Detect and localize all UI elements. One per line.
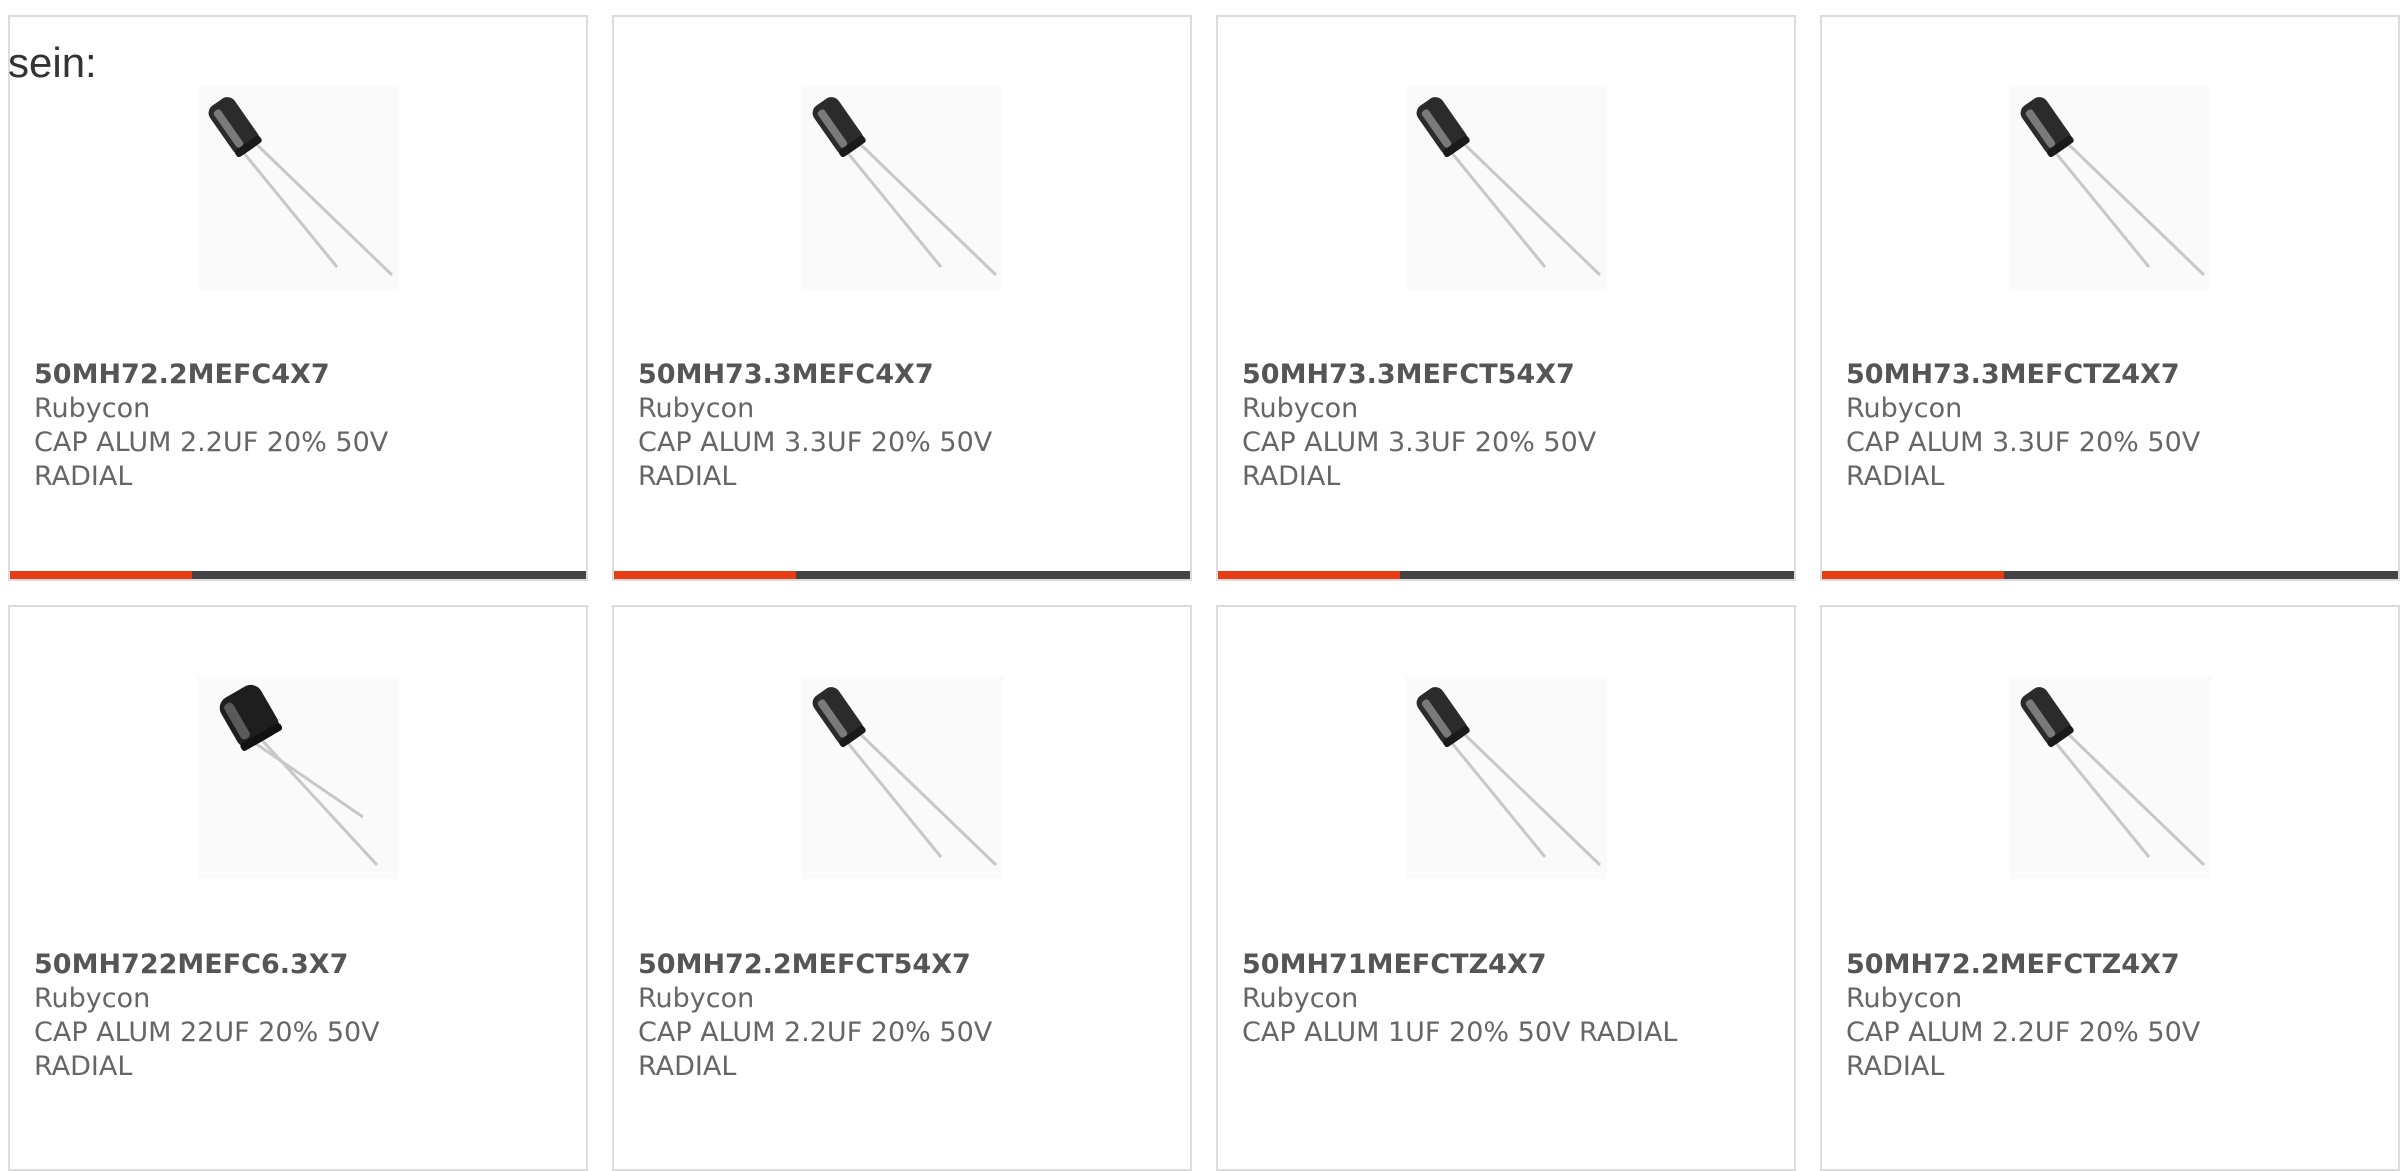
product-info: 50MH73.3MEFCTZ4X7 Rubycon CAP ALUM 3.3UF… [1846,358,2374,494]
manufacturer: Rubycon [1242,393,1359,424]
capacitor-image[interactable] [2009,677,2211,879]
capacitor-icon [197,87,399,289]
description-line: RADIAL [638,1051,737,1082]
product-info: 50MH722MEFC6.3X7 Rubycon CAP ALUM 22UF 2… [34,948,562,1084]
capacitor-icon [1405,677,1607,879]
capacitor-image[interactable] [801,677,1003,879]
product-card[interactable]: 50MH72.2MEFC4X7 Rubycon CAP ALUM 2.2UF 2… [8,15,588,581]
description-line: CAP ALUM 2.2UF 20% 50V [34,427,389,458]
product-card[interactable]: 50MH71MEFCTZ4X7 Rubycon CAP ALUM 1UF 20%… [1216,605,1796,1171]
product-card[interactable]: 50MH72.2MEFCT54X7 Rubycon CAP ALUM 2.2UF… [612,605,1192,1171]
accent-bar [614,571,796,579]
part-number-link[interactable]: 50MH71MEFCTZ4X7 [1242,948,1770,982]
capacitor-image[interactable] [197,87,399,289]
capacitor-icon [801,87,1003,289]
capacitor-icon [197,677,399,879]
product-card[interactable]: 50MH73.3MEFCTZ4X7 Rubycon CAP ALUM 3.3UF… [1820,15,2400,581]
product-info: 50MH71MEFCTZ4X7 Rubycon CAP ALUM 1UF 20%… [1242,948,1770,1050]
manufacturer: Rubycon [34,983,151,1014]
description-line: RADIAL [34,1051,133,1082]
card-footer-bar [10,571,586,579]
product-card[interactable]: 50MH73.3MEFCT54X7 Rubycon CAP ALUM 3.3UF… [1216,15,1796,581]
capacitor-image[interactable] [1405,677,1607,879]
product-info: 50MH72.2MEFC4X7 Rubycon CAP ALUM 2.2UF 2… [34,358,562,494]
description-line: CAP ALUM 2.2UF 20% 50V [638,1017,993,1048]
part-number-link[interactable]: 50MH73.3MEFC4X7 [638,358,1166,392]
capacitor-icon [1405,87,1607,289]
manufacturer: Rubycon [1846,393,1963,424]
card-footer-bar [1822,571,2398,579]
capacitor-image[interactable] [1405,87,1607,289]
part-number-link[interactable]: 50MH72.2MEFC4X7 [34,358,562,392]
capacitor-icon [2009,87,2211,289]
manufacturer: Rubycon [1242,983,1359,1014]
capacitor-icon [2009,677,2211,879]
product-card[interactable]: 50MH72.2MEFCTZ4X7 Rubycon CAP ALUM 2.2UF… [1820,605,2400,1171]
accent-bar [1218,571,1400,579]
part-number-link[interactable]: 50MH73.3MEFCTZ4X7 [1846,358,2374,392]
capacitor-image[interactable] [2009,87,2211,289]
card-footer-bar [1218,571,1794,579]
manufacturer: Rubycon [638,983,755,1014]
manufacturer: Rubycon [1846,983,1963,1014]
description-line: CAP ALUM 3.3UF 20% 50V [1242,427,1597,458]
description-line: CAP ALUM 22UF 20% 50V [34,1017,380,1048]
description-line: CAP ALUM 3.3UF 20% 50V [1846,427,2201,458]
part-number-link[interactable]: 50MH72.2MEFCTZ4X7 [1846,948,2374,982]
product-info: 50MH73.3MEFC4X7 Rubycon CAP ALUM 3.3UF 2… [638,358,1166,494]
product-card[interactable]: 50MH73.3MEFC4X7 Rubycon CAP ALUM 3.3UF 2… [612,15,1192,581]
product-info: 50MH72.2MEFCT54X7 Rubycon CAP ALUM 2.2UF… [638,948,1166,1084]
description-line: CAP ALUM 3.3UF 20% 50V [638,427,993,458]
part-number-link[interactable]: 50MH73.3MEFCT54X7 [1242,358,1770,392]
description-line: RADIAL [34,461,133,492]
part-number-link[interactable]: 50MH72.2MEFCT54X7 [638,948,1166,982]
product-info: 50MH73.3MEFCT54X7 Rubycon CAP ALUM 3.3UF… [1242,358,1770,494]
capacitor-image[interactable] [197,677,399,879]
manufacturer: Rubycon [34,393,151,424]
capacitor-image[interactable] [801,87,1003,289]
capacitor-icon [801,677,1003,879]
description-line: RADIAL [1846,1051,1945,1082]
product-grid: 50MH72.2MEFC4X7 Rubycon CAP ALUM 2.2UF 2… [8,15,2400,1171]
accent-bar [10,571,192,579]
description-line: RADIAL [1242,461,1341,492]
intro-text: sein: [8,39,97,86]
accent-bar [1822,571,2004,579]
card-footer-bar [614,571,1190,579]
description-line: CAP ALUM 2.2UF 20% 50V [1846,1017,2201,1048]
part-number-link[interactable]: 50MH722MEFC6.3X7 [34,948,562,982]
manufacturer: Rubycon [638,393,755,424]
product-card[interactable]: 50MH722MEFC6.3X7 Rubycon CAP ALUM 22UF 2… [8,605,588,1171]
description-line: RADIAL [638,461,737,492]
product-info: 50MH72.2MEFCTZ4X7 Rubycon CAP ALUM 2.2UF… [1846,948,2374,1084]
description-line: RADIAL [1846,461,1945,492]
description-line: CAP ALUM 1UF 20% 50V RADIAL [1242,1017,1678,1048]
